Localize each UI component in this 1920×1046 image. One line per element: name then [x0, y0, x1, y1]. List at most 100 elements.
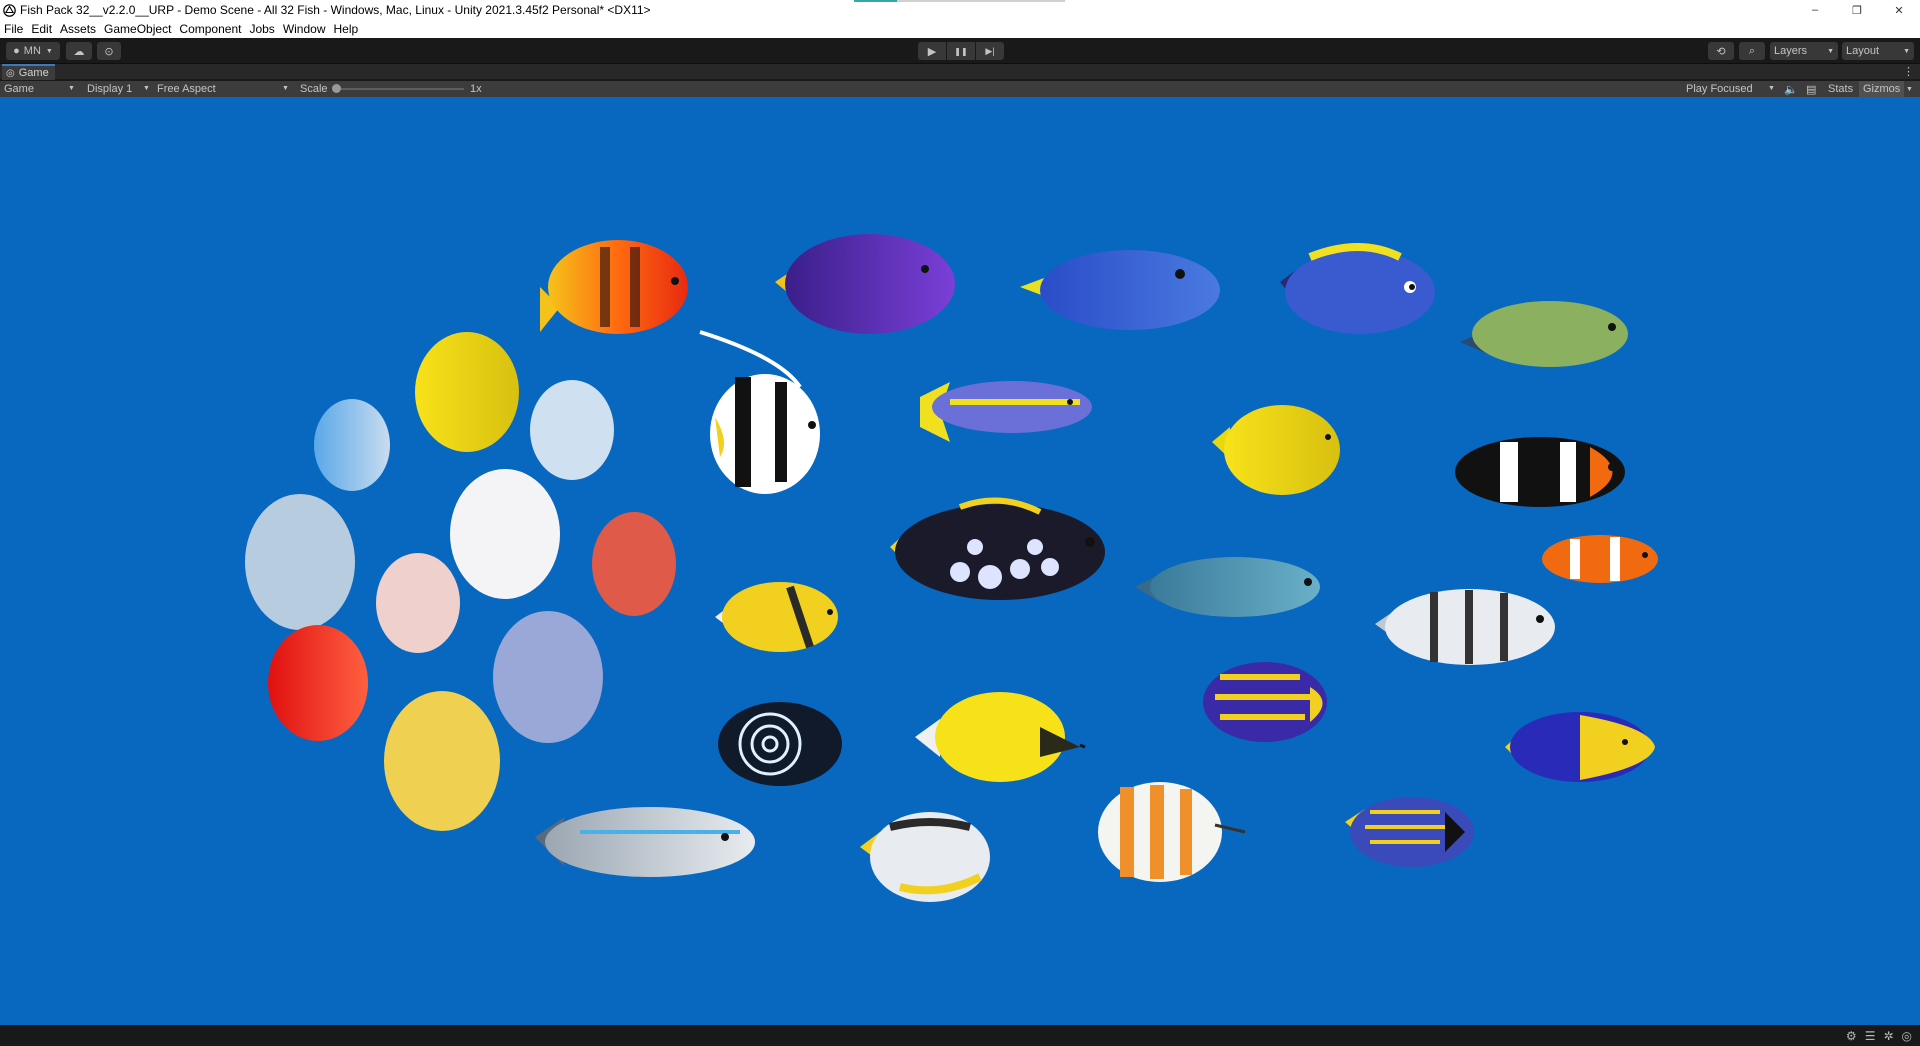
scale-slider-track[interactable] — [336, 88, 464, 90]
scale-value: 1x — [470, 83, 482, 95]
striped-surgeonfish — [1460, 301, 1628, 367]
purple-tang — [775, 234, 955, 334]
play-button[interactable]: ▶ — [918, 42, 946, 60]
gizmos-label: Gizmos — [1863, 83, 1901, 95]
play-controls: ▶ ❚❚ ▶| — [918, 42, 1005, 60]
menu-jobs[interactable]: Jobs — [249, 22, 274, 36]
account-icon: ● — [13, 45, 20, 57]
chevron-down-icon: ▼ — [282, 85, 289, 92]
chevron-down-icon: ▼ — [68, 85, 75, 92]
chevron-down-icon: ▼ — [45, 47, 53, 55]
cloud-button[interactable]: ☁ — [66, 42, 92, 60]
window-controls: – ❐ ✕ — [1794, 0, 1920, 20]
close-button[interactable]: ✕ — [1878, 0, 1920, 20]
restore-button[interactable]: ❐ — [1836, 0, 1878, 20]
step-button[interactable]: ▶| — [976, 42, 1004, 60]
aspect-select[interactable]: Free Aspect ▼ — [157, 81, 291, 97]
aspect-select-value: Free Aspect — [157, 83, 216, 95]
status-icons: ⚙ ☰ ✲ ◎ — [1846, 1029, 1912, 1043]
bicolor-angelfish — [1505, 712, 1655, 782]
cache-server-icon[interactable]: ☰ — [1865, 1029, 1876, 1043]
view-select-value: Game — [4, 83, 34, 95]
account-dropdown[interactable]: ● MN ▼ — [6, 42, 60, 60]
menu-help[interactable]: Help — [334, 22, 359, 36]
search-icon: ⌕ — [1748, 44, 1756, 57]
chevron-down-icon: ▼ — [1827, 47, 1834, 55]
layers-label: Layers — [1774, 45, 1808, 57]
juvenile-emperor-angelfish — [718, 702, 842, 786]
display-select-value: Display 1 — [87, 83, 133, 95]
black-clownfish — [1455, 437, 1625, 507]
search-button[interactable]: ⌕ — [1739, 42, 1765, 60]
convict-surgeonfish — [1375, 589, 1555, 665]
discus-fish — [245, 332, 676, 831]
collab-icon: ⊙ — [104, 45, 114, 58]
title-bar-accent — [854, 0, 897, 2]
gizmos-button[interactable]: Gizmos — [1859, 81, 1905, 97]
menu-bar: File Edit Assets GameObject Component Jo… — [0, 20, 1920, 38]
undo-history-button[interactable]: ⟲ — [1708, 42, 1734, 60]
yellow-fusilier — [920, 381, 1092, 442]
tab-game[interactable]: ◎ Game — [2, 64, 55, 80]
status-bar: ⚙ ☰ ✲ ◎ — [0, 1025, 1920, 1046]
play-mode-select[interactable]: Play Focused ▼ — [1686, 81, 1776, 97]
moorish-idol — [699, 330, 820, 494]
view-select[interactable]: Game ▼ — [4, 81, 76, 97]
stats-button[interactable]: Stats — [1828, 81, 1853, 97]
debug-icon[interactable]: ✲ — [1883, 1029, 1893, 1043]
vsync-button[interactable]: ▤ — [1806, 81, 1816, 97]
bug-icon[interactable]: ⚙ — [1846, 1029, 1857, 1043]
account-label: MN — [23, 45, 41, 57]
menu-gameobject[interactable]: GameObject — [104, 22, 171, 36]
longnose-butterflyfish — [915, 692, 1086, 782]
chevron-down-icon: ▼ — [1903, 47, 1910, 55]
game-view-toolbar: Game ▼ Display 1 ▼ Free Aspect ▼ Scale 1… — [0, 81, 1920, 97]
menu-edit[interactable]: Edit — [31, 22, 52, 36]
regal-angelfish — [1203, 662, 1327, 742]
chevron-down-icon: ▼ — [1906, 85, 1913, 93]
clownfish — [1542, 535, 1658, 583]
butterflyfish — [715, 582, 838, 652]
chevron-down-icon: ▼ — [1768, 85, 1775, 92]
blue-tang — [1020, 250, 1220, 330]
menu-component[interactable]: Component — [179, 22, 241, 36]
progress-check-icon[interactable]: ◎ — [1902, 1029, 1912, 1043]
play-mode-value: Play Focused — [1686, 83, 1753, 95]
monitor-icon: ▤ — [1806, 83, 1817, 96]
menu-file[interactable]: File — [4, 22, 23, 36]
pause-button[interactable]: ❚❚ — [947, 42, 975, 60]
clown-triggerfish — [890, 497, 1105, 600]
layers-dropdown[interactable]: Layers ▼ — [1770, 42, 1838, 60]
game-viewport[interactable] — [0, 97, 1920, 1025]
yellow-tang — [1212, 405, 1340, 495]
title-bar-accent-secondary — [897, 0, 1065, 2]
tuna — [535, 807, 755, 877]
scale-slider-thumb[interactable] — [332, 84, 341, 93]
cloud-icon: ☁ — [73, 45, 85, 58]
collab-button[interactable]: ⊙ — [97, 42, 121, 60]
display-select[interactable]: Display 1 ▼ — [87, 81, 153, 97]
layout-label: Layout — [1846, 45, 1880, 57]
gizmos-dropdown[interactable]: ▼ — [1906, 81, 1913, 97]
gamepad-icon: ◎ — [6, 67, 15, 79]
unity-logo-icon — [3, 3, 16, 17]
bluefin-trevally — [1135, 557, 1320, 617]
window-title: Fish Pack 32__v2.2.0__URP - Demo Scene -… — [20, 3, 651, 17]
flame-angelfish — [540, 240, 688, 334]
game-tab-bar: ◎ Game ⋮ — [0, 64, 1920, 80]
minimize-button[interactable]: – — [1794, 0, 1836, 20]
history-icon: ⟲ — [1716, 45, 1726, 58]
threadfin-butterflyfish — [860, 812, 990, 902]
window-title-bar: Fish Pack 32__v2.2.0__URP - Demo Scene -… — [0, 0, 1920, 20]
scale-label: Scale — [300, 83, 328, 95]
menu-window[interactable]: Window — [283, 22, 326, 36]
powder-blue-tang — [1280, 243, 1435, 334]
layout-dropdown[interactable]: Layout ▼ — [1842, 42, 1914, 60]
fish-scene — [245, 234, 1658, 902]
menu-assets[interactable]: Assets — [60, 22, 96, 36]
emperor-angelfish — [1345, 797, 1474, 867]
speaker-icon: 🔈 — [1784, 83, 1798, 96]
tab-options-icon[interactable]: ⋮ — [1903, 65, 1914, 78]
main-toolbar: ● MN ▼ ☁ ⊙ ▶ ❚❚ ▶| ⟲ ⌕ Layers ▼ Layout ▼ — [0, 38, 1920, 64]
mute-audio-button[interactable]: 🔈 — [1784, 81, 1798, 97]
